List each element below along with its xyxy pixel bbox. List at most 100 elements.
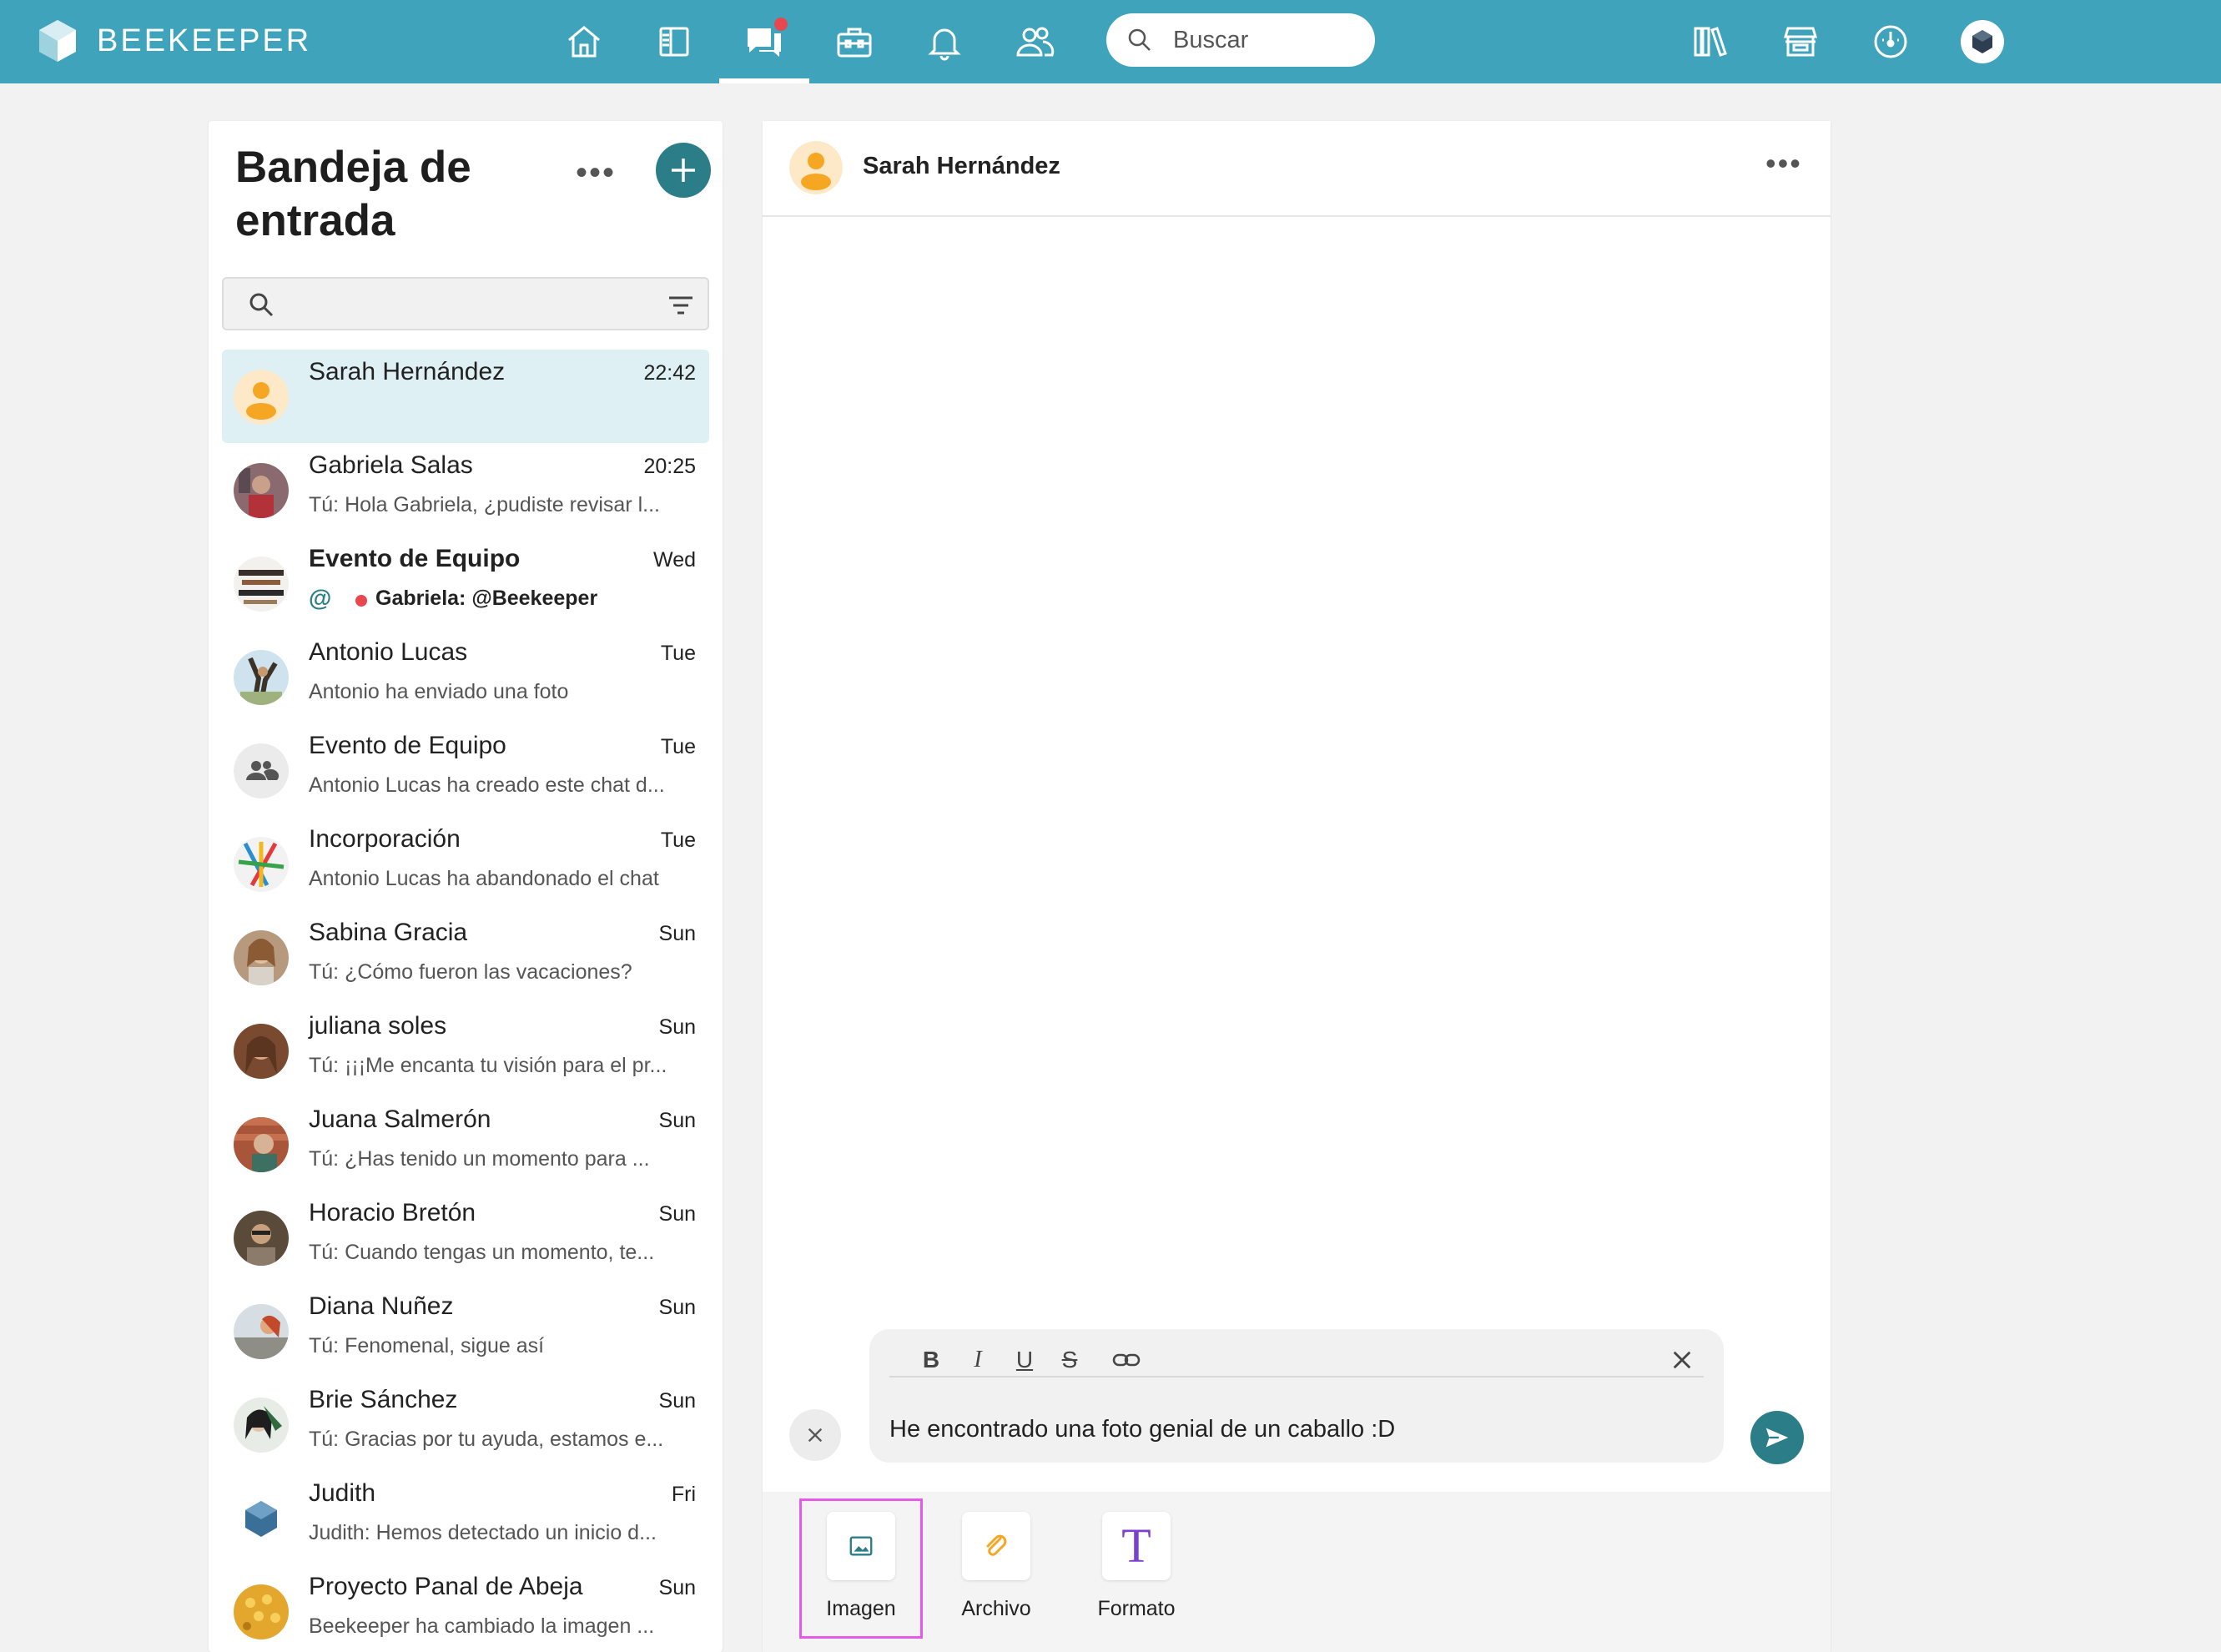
- conversation-item[interactable]: Judith Fri Judith: Hemos detectado un in…: [222, 1471, 709, 1564]
- toolbox-icon[interactable]: [831, 18, 878, 65]
- link-button[interactable]: [1110, 1344, 1143, 1376]
- conversation-preview: Tú: ¡¡¡Me encanta tu visión para el pr..…: [309, 1054, 667, 1077]
- chat-header: Sarah Hernández •••: [763, 121, 1831, 217]
- dashboard-icon[interactable]: [1867, 18, 1914, 65]
- conversation-preview: Tú: Cuando tengas un momento, te...: [309, 1241, 655, 1264]
- conversation-item[interactable]: Diana Nuñez Sun Tú: Fenomenal, sigue así: [222, 1284, 709, 1378]
- account-icon[interactable]: [1961, 20, 2004, 63]
- conversation-time: Tue: [660, 829, 696, 852]
- conversation-name: Proyecto Panal de Abeja: [309, 1573, 583, 1600]
- people-icon[interactable]: [1011, 18, 1058, 65]
- streams-icon[interactable]: [651, 18, 698, 65]
- conversation-preview: Tú: Fenomenal, sigue así: [309, 1334, 545, 1357]
- paperclip-icon: [962, 1512, 1030, 1580]
- avatar: [234, 370, 289, 425]
- conversation-item[interactable]: Brie Sánchez Sun Tú: Gracias por tu ayud…: [222, 1378, 709, 1471]
- conversation-time: Tue: [660, 642, 696, 665]
- conversation-item[interactable]: Horacio Bretón Sun Tú: Cuando tengas un …: [222, 1191, 709, 1284]
- avatar: [234, 1398, 289, 1453]
- avatar[interactable]: [789, 141, 843, 194]
- chat-notification-dot: [772, 15, 790, 33]
- avatar: [234, 1491, 289, 1546]
- conversation-time: Sun: [658, 1109, 696, 1132]
- store-icon[interactable]: [1777, 18, 1824, 65]
- conversation-name: juliana soles: [309, 1012, 447, 1040]
- attach-file-label: Archivo: [961, 1597, 1031, 1620]
- conversation-preview: Tú: ¿Cómo fueron las vacaciones?: [309, 960, 632, 984]
- conversation-preview: Judith: Hemos detectado un inicio d...: [309, 1521, 657, 1544]
- close-attachments-button[interactable]: [789, 1409, 841, 1461]
- conversation-item[interactable]: Juana Salmerón Sun Tú: ¿Has tenido un mo…: [222, 1097, 709, 1191]
- conversation-item[interactable]: Incorporación Tue Antonio Lucas ha aband…: [222, 817, 709, 910]
- conversation-item[interactable]: Sabina Gracia Sun Tú: ¿Cómo fueron las v…: [222, 910, 709, 1004]
- conversation-name: Evento de Equipo: [309, 732, 506, 759]
- avatar: [234, 463, 289, 518]
- strikethrough-button[interactable]: S: [1053, 1344, 1086, 1376]
- avatar: [234, 557, 289, 612]
- send-icon: [1765, 1428, 1789, 1448]
- library-icon[interactable]: [1687, 18, 1734, 65]
- avatar: [234, 930, 289, 985]
- avatar: [234, 1304, 289, 1359]
- conversation-time: 20:25: [643, 455, 696, 478]
- close-icon: [808, 1428, 823, 1443]
- chat-title[interactable]: Sarah Hernández: [863, 153, 1060, 180]
- attach-image-label: Imagen: [826, 1597, 896, 1620]
- filter-icon[interactable]: [666, 290, 696, 320]
- conversation-item[interactable]: Evento de Equipo Wed @ Gabriela: @Beekee…: [222, 536, 709, 630]
- conversation-preview: Antonio Lucas ha abandonado el chat: [309, 867, 659, 890]
- top-bar: BEEKEEPER Buscar: [0, 0, 2221, 83]
- formatting-toolbar: B I U S: [889, 1344, 1704, 1378]
- underline-button[interactable]: U: [1008, 1344, 1041, 1376]
- attach-file-button[interactable]: Archivo: [946, 1512, 1046, 1621]
- avatar: [234, 837, 289, 892]
- link-icon: [1112, 1353, 1141, 1367]
- conversation-preview: Tú: Gracias por tu ayuda, estamos e...: [309, 1428, 664, 1451]
- message-composer: B I U S He encontrado una foto genial de…: [869, 1329, 1724, 1463]
- close-formatting-button[interactable]: [1665, 1344, 1699, 1376]
- search-icon: [1128, 28, 1151, 51]
- conversation-item[interactable]: Antonio Lucas Tue Antonio ha enviado una…: [222, 630, 709, 723]
- format-button[interactable]: T Formato: [1086, 1512, 1186, 1621]
- conversation-preview: Beekeeper ha cambiado la imagen ...: [309, 1614, 655, 1638]
- conversation-name: Sabina Gracia: [309, 919, 468, 946]
- conversation-preview: Tú: ¿Has tenido un momento para ...: [309, 1147, 650, 1171]
- inbox-more-options-icon[interactable]: •••: [576, 154, 616, 192]
- conversation-preview: Antonio Lucas ha creado este chat d...: [309, 773, 665, 797]
- attach-image-button[interactable]: Imagen: [811, 1512, 911, 1621]
- conversation-item[interactable]: Sarah Hernández 22:42: [222, 350, 709, 443]
- bold-button[interactable]: B: [914, 1344, 948, 1376]
- conversation-time: Sun: [658, 1202, 696, 1226]
- chat-more-options-icon[interactable]: •••: [1765, 146, 1802, 181]
- image-icon: [827, 1512, 895, 1580]
- conversation-name: Horacio Bretón: [309, 1199, 476, 1226]
- conversation-time: 22:42: [643, 361, 696, 385]
- conversation-time: Sun: [658, 922, 696, 945]
- send-button[interactable]: [1750, 1411, 1804, 1464]
- inbox-search-input[interactable]: [222, 277, 709, 330]
- message-input[interactable]: He encontrado una foto genial de un caba…: [889, 1416, 1395, 1443]
- beekeeper-logo[interactable]: BEEKEEPER: [37, 18, 311, 63]
- conversation-item[interactable]: Proyecto Panal de Abeja Sun Beekeeper ha…: [222, 1564, 709, 1652]
- conversation-name: Incorporación: [309, 825, 461, 853]
- home-icon[interactable]: [561, 18, 607, 65]
- conversation-preview: Antonio ha enviado una foto: [309, 680, 569, 703]
- chat-panel: Sarah Hernández ••• B I U S He encontrad…: [763, 121, 1831, 1652]
- conversation-time: Wed: [653, 548, 696, 572]
- conversation-time: Tue: [660, 735, 696, 758]
- conversation-name: Diana Nuñez: [309, 1292, 454, 1320]
- conversation-time: Sun: [658, 1389, 696, 1413]
- inbox-title: Bandeja de entrada: [235, 143, 471, 245]
- conversation-list: Sarah Hernández 22:42 Gabriela Salas 20:…: [222, 350, 709, 1652]
- new-conversation-button[interactable]: [656, 143, 711, 198]
- italic-button[interactable]: I: [961, 1344, 995, 1376]
- conversation-item[interactable]: Evento de Equipo Tue Antonio Lucas ha cr…: [222, 723, 709, 817]
- conversation-item[interactable]: Gabriela Salas 20:25 Tú: Hola Gabriela, …: [222, 443, 709, 536]
- format-label: Formato: [1097, 1597, 1176, 1620]
- bell-icon[interactable]: [921, 18, 968, 65]
- close-icon: [1673, 1351, 1691, 1369]
- conversation-name: Antonio Lucas: [309, 638, 468, 666]
- conversation-item[interactable]: juliana soles Sun Tú: ¡¡¡Me encanta tu v…: [222, 1004, 709, 1097]
- conversation-name: Evento de Equipo: [309, 545, 521, 572]
- search-bar[interactable]: Buscar: [1106, 13, 1375, 67]
